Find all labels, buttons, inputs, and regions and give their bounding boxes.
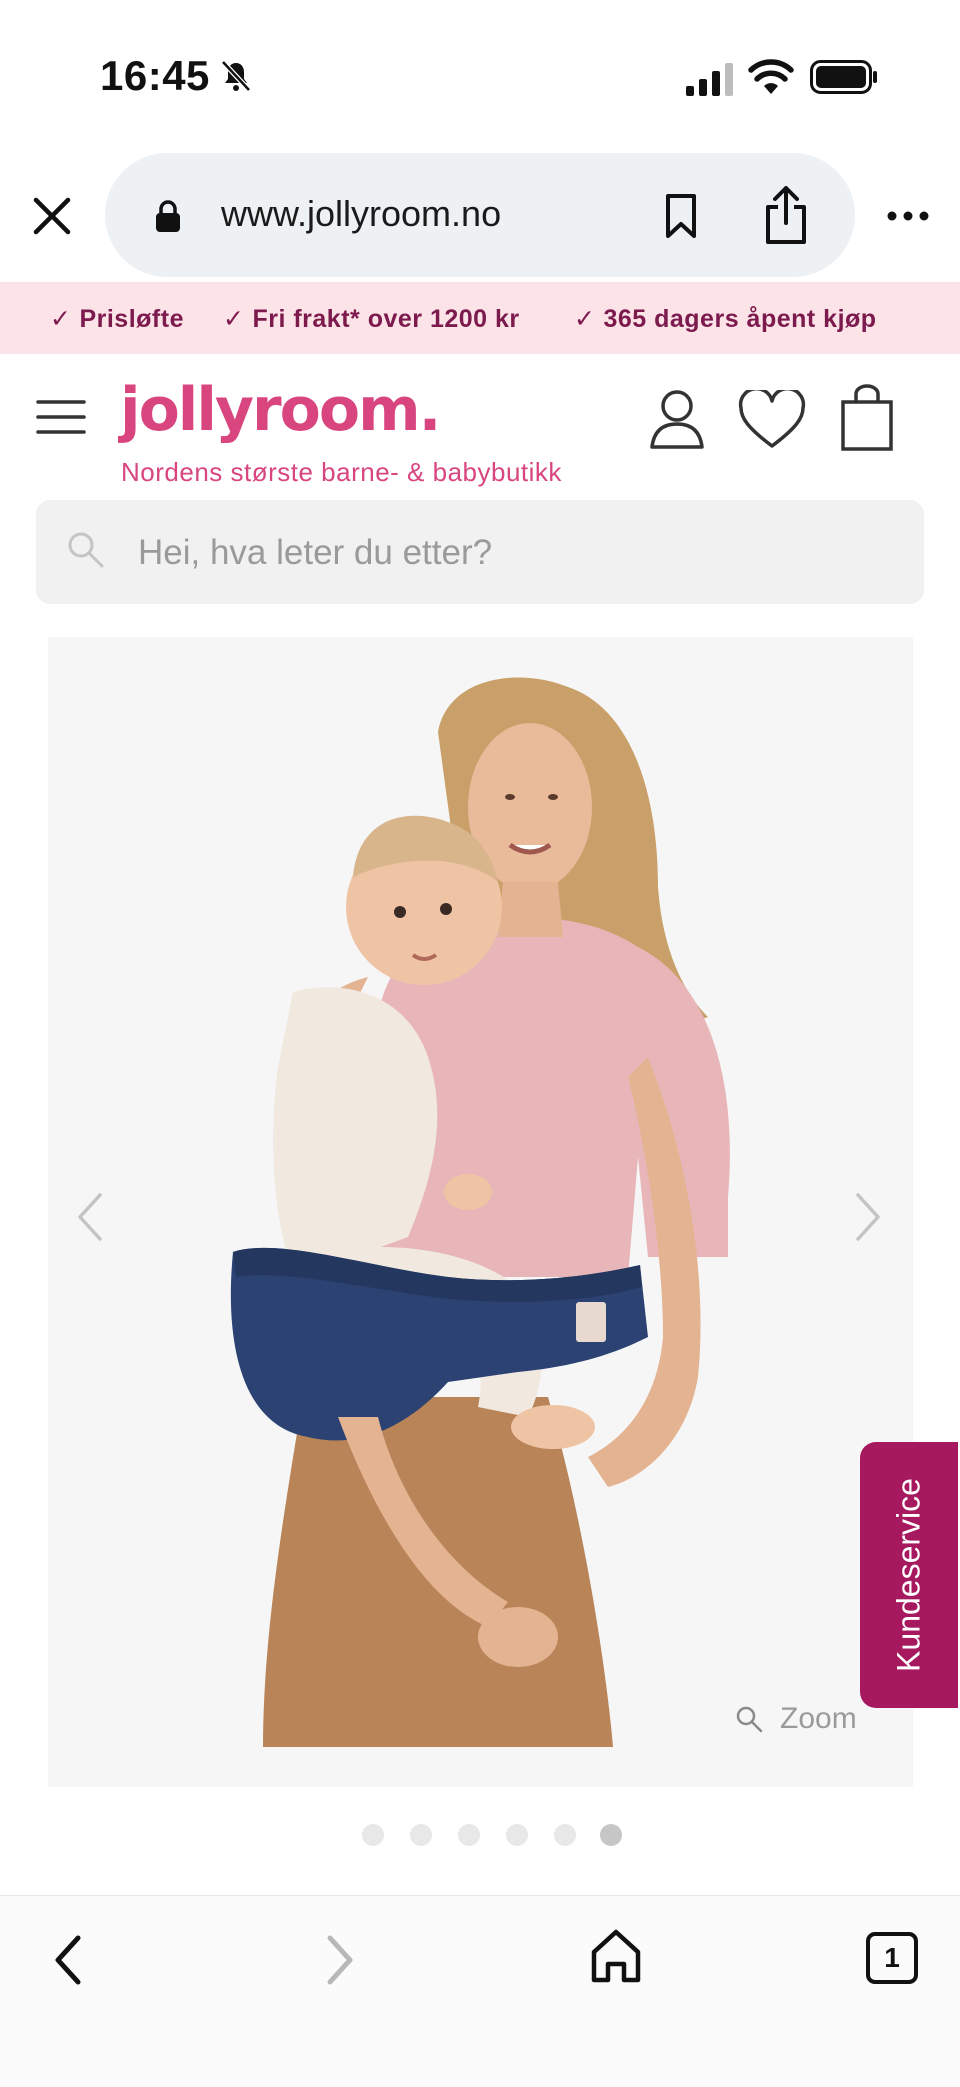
home-icon[interactable] <box>588 1926 644 1986</box>
carousel-dot-2[interactable] <box>410 1824 432 1846</box>
jollyroom-logo[interactable]: jollyroom. <box>120 375 441 445</box>
bottom-toolbar: 1 <box>0 1895 960 2087</box>
check-icon: ✓ <box>50 305 72 333</box>
carousel-dot-1[interactable] <box>362 1824 384 1846</box>
zoom-label: Zoom <box>780 1702 857 1735</box>
tabs-button[interactable]: 1 <box>866 1932 918 1984</box>
product-image[interactable]: Zoom <box>48 637 913 1787</box>
close-tab-button[interactable] <box>26 190 78 242</box>
carousel-dots <box>360 1824 630 1846</box>
shopping-bag-icon[interactable] <box>840 384 894 452</box>
back-icon[interactable] <box>46 1928 90 1992</box>
battery-icon <box>810 60 877 94</box>
tagline: Nordens største barne- & babybutikk <box>121 457 562 487</box>
kundeservice-tab[interactable]: Kundeservice <box>860 1442 958 1708</box>
account-icon[interactable] <box>648 388 706 450</box>
url-bar[interactable]: www.jollyroom.no <box>105 153 855 277</box>
search-icon <box>68 532 104 568</box>
forward-icon[interactable] <box>318 1928 362 1992</box>
magnifier-icon <box>736 1706 763 1733</box>
carousel-dot-5[interactable] <box>554 1824 576 1846</box>
chevron-right-icon[interactable] <box>848 1187 888 1247</box>
signal-icon <box>686 63 733 96</box>
chevron-left-icon[interactable] <box>70 1187 110 1247</box>
share-icon[interactable] <box>761 185 811 245</box>
status-time: 16:45 <box>100 52 210 99</box>
status-bar: 16:45 <box>0 0 960 150</box>
carousel-dot-6-active[interactable] <box>600 1824 622 1846</box>
zoom-button[interactable]: Zoom <box>734 1697 884 1741</box>
url-text[interactable]: www.jollyroom.no <box>221 193 501 235</box>
kundeservice-label: Kundeservice <box>890 1478 927 1672</box>
promo-bar: ✓ Prisløfte ✓ Fri frakt* over 1200 kr ✓ 365… <box>0 282 960 354</box>
lock-icon <box>156 200 180 232</box>
promo-item-fri-frakt[interactable]: ✓ Fri frakt* over 1200 kr <box>223 304 520 334</box>
more-icon[interactable] <box>884 196 932 236</box>
tab-count: 1 <box>884 1942 900 1973</box>
carousel-dot-3[interactable] <box>458 1824 480 1846</box>
menu-icon[interactable] <box>36 398 86 436</box>
check-icon: ✓ <box>574 305 596 333</box>
promo-item-apent-kjop[interactable]: ✓ 365 dagers åpent kjøp <box>574 304 877 334</box>
bell-slash-icon <box>221 60 251 92</box>
wifi-icon <box>748 59 794 94</box>
heart-icon[interactable] <box>738 390 806 450</box>
promo-item-prislofte[interactable]: ✓ Prisløfte <box>50 304 184 334</box>
search-input[interactable]: Hei, hva leter du etter? <box>36 500 924 604</box>
close-icon <box>33 197 71 235</box>
check-icon: ✓ <box>223 305 245 333</box>
search-placeholder: Hei, hva leter du etter? <box>138 533 493 572</box>
product-photo <box>230 677 730 1747</box>
bookmark-icon[interactable] <box>661 193 701 239</box>
carousel-dot-4[interactable] <box>506 1824 528 1846</box>
